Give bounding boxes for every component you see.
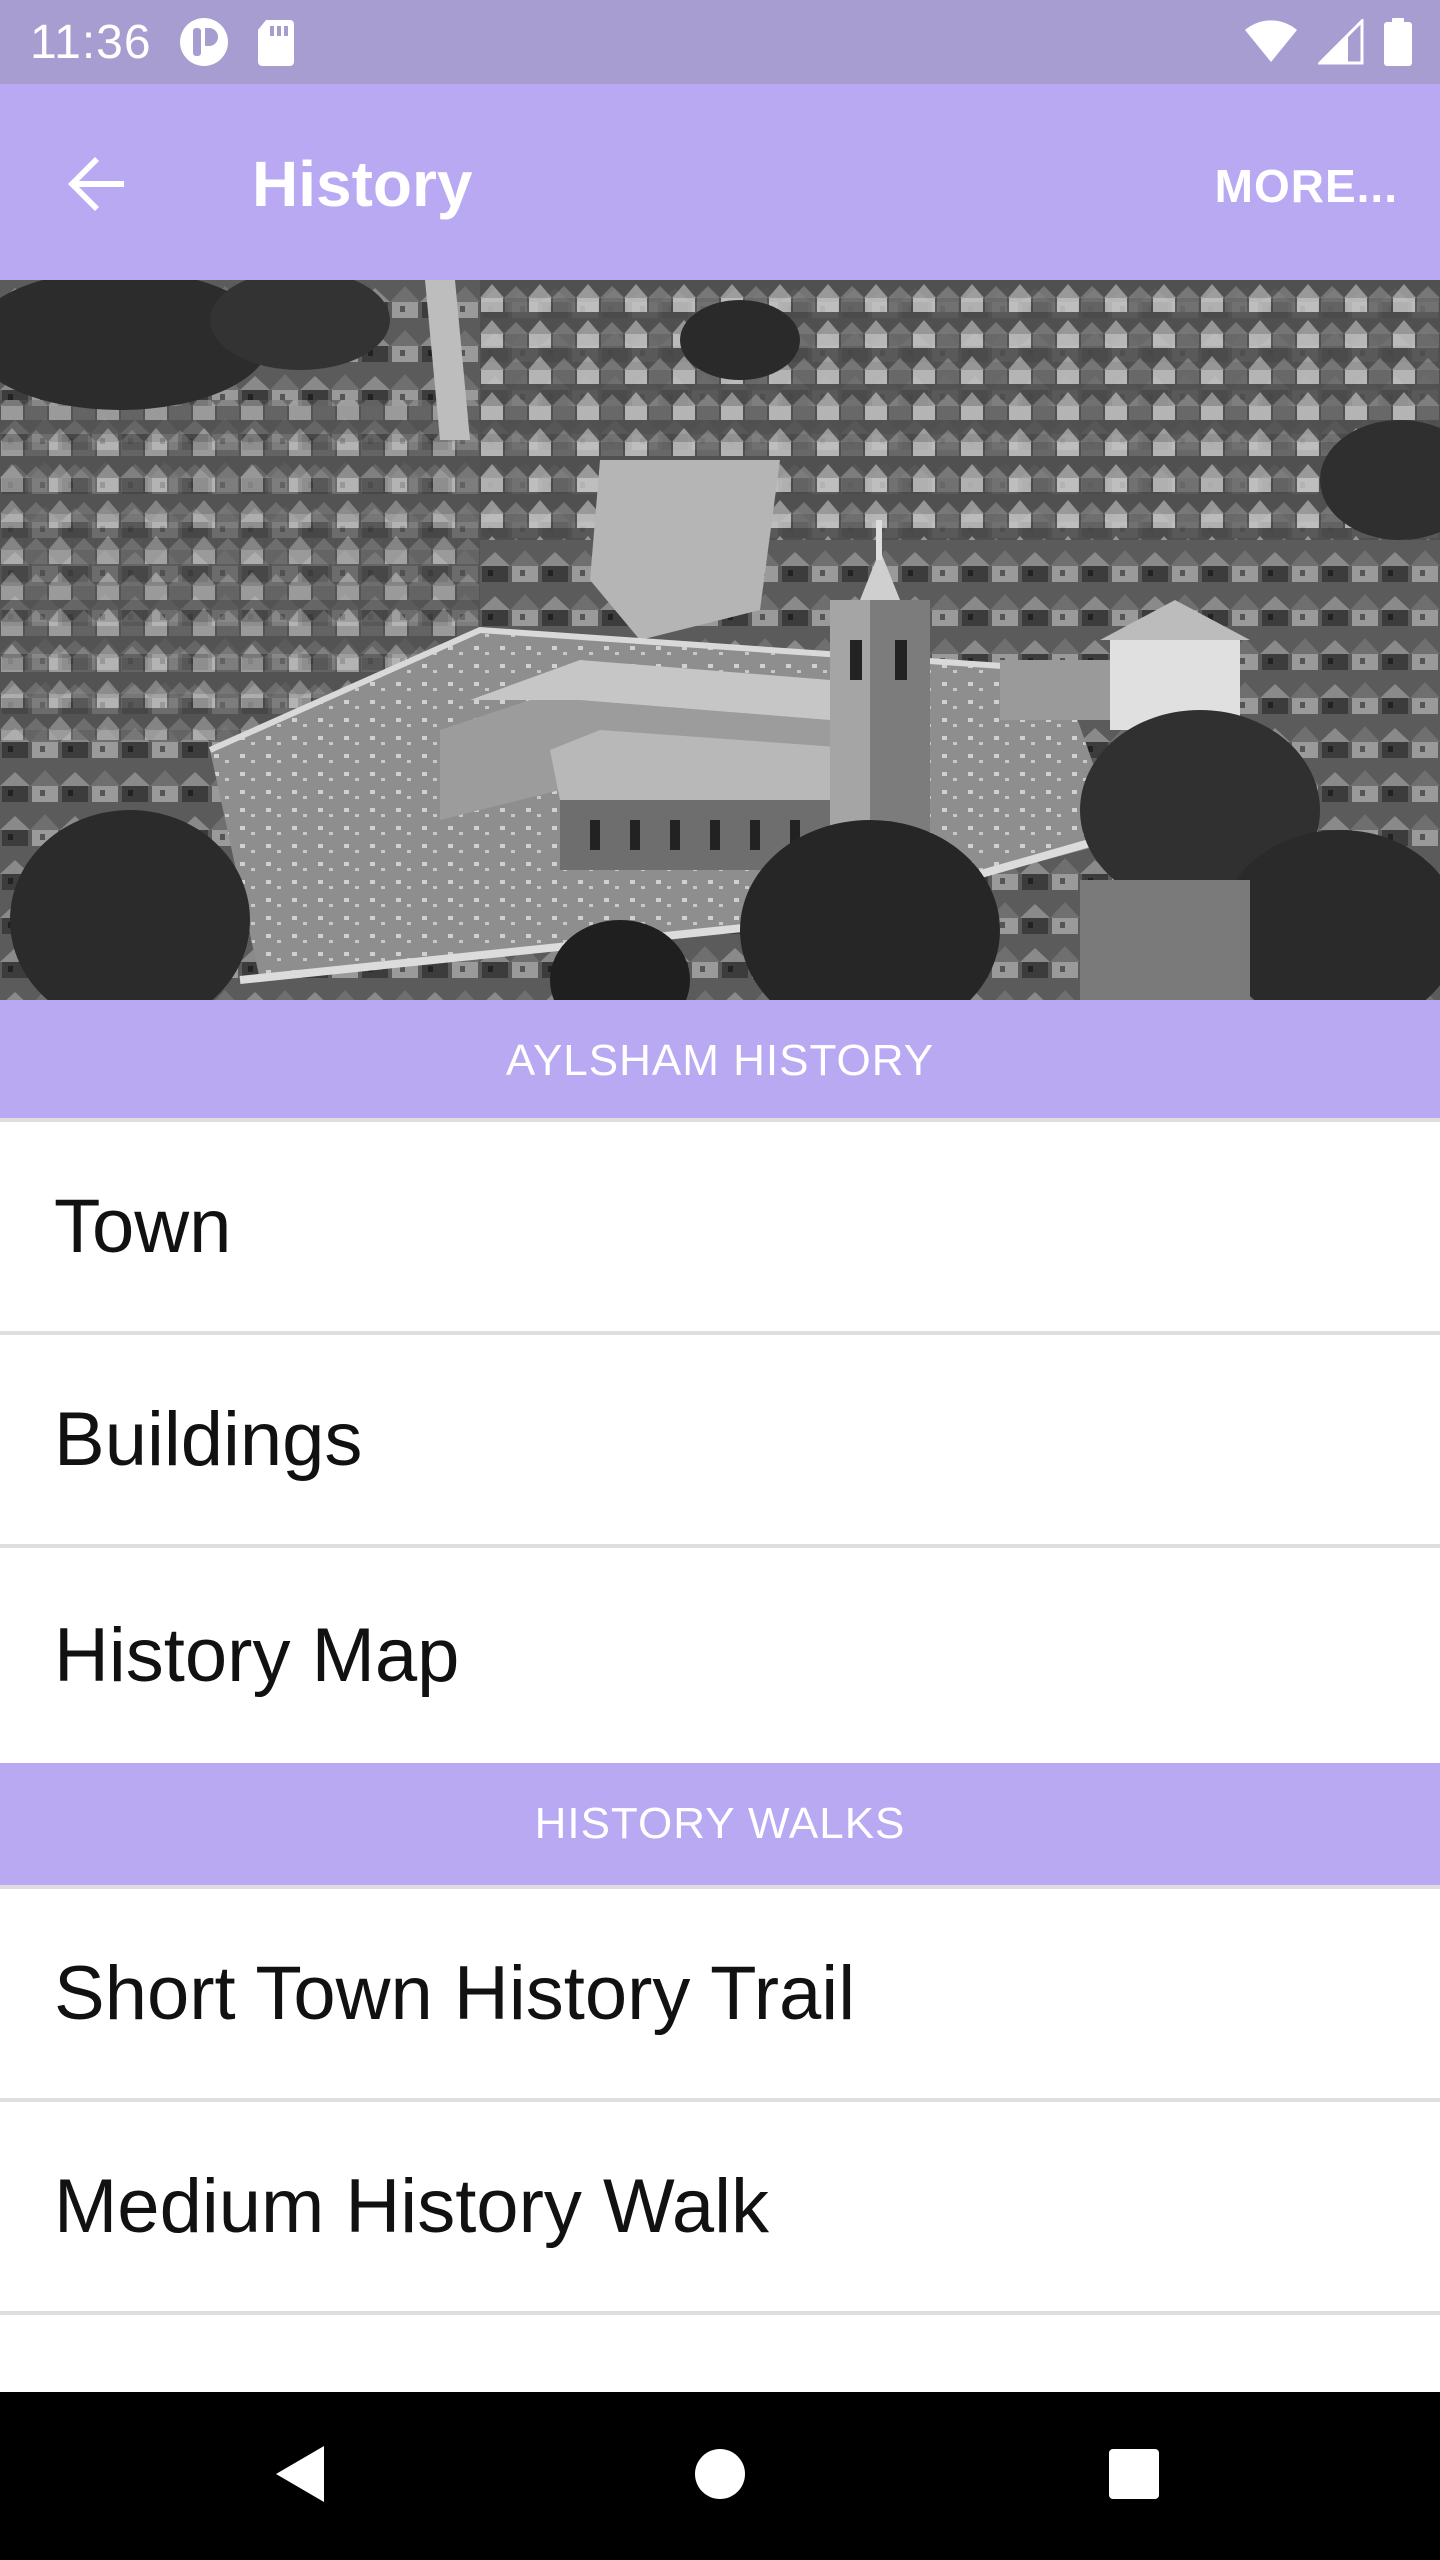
list-item-label: Buildings [54, 1397, 363, 1482]
aerial-town-photo [0, 280, 1440, 1000]
list-item-partial[interactable] [0, 2315, 1440, 2392]
nav-back-button[interactable] [250, 2426, 350, 2526]
nav-recents-button[interactable] [1084, 2426, 1184, 2526]
status-bar: 11:36 [0, 0, 1440, 84]
status-right [1244, 18, 1412, 66]
battery-icon [1384, 18, 1412, 66]
back-button[interactable] [46, 136, 146, 236]
system-navigation-bar [0, 2392, 1440, 2560]
arrow-back-icon [64, 152, 128, 221]
nav-home-button[interactable] [670, 2426, 770, 2526]
status-left: 11:36 [30, 15, 296, 70]
page-title: History [252, 148, 473, 220]
more-button[interactable]: MORE... [1215, 158, 1398, 214]
list-item-label: History Map [54, 1613, 460, 1698]
sd-card-icon [256, 18, 296, 66]
home-circle-icon [692, 2446, 748, 2507]
list-item-medium-history-walk[interactable]: Medium History Walk [0, 2102, 1440, 2315]
list-item-buildings[interactable]: Buildings [0, 1335, 1440, 1548]
list-item-label: Town [54, 1184, 232, 1269]
hero-image [0, 280, 1440, 1000]
back-triangle-icon [270, 2442, 330, 2511]
list-item-label: Medium History Walk [54, 2164, 770, 2249]
section-header-aylsham-history: AYLSHAM HISTORY [0, 1000, 1440, 1122]
cellular-signal-icon [1318, 19, 1364, 65]
section-header-history-walks: HISTORY WALKS [0, 1763, 1440, 1885]
list-item-history-map[interactable]: History Map [0, 1548, 1440, 1763]
status-time: 11:36 [30, 15, 152, 69]
list-item-label: Short Town History Trail [54, 1951, 856, 2036]
list-item-short-town-history-trail[interactable]: Short Town History Trail [0, 1889, 1440, 2102]
list-item-town[interactable]: Town [0, 1122, 1440, 1335]
app-notification-icon [178, 16, 230, 68]
wifi-icon [1244, 20, 1298, 64]
recents-square-icon [1106, 2446, 1162, 2507]
app-bar: History MORE... [0, 84, 1440, 280]
